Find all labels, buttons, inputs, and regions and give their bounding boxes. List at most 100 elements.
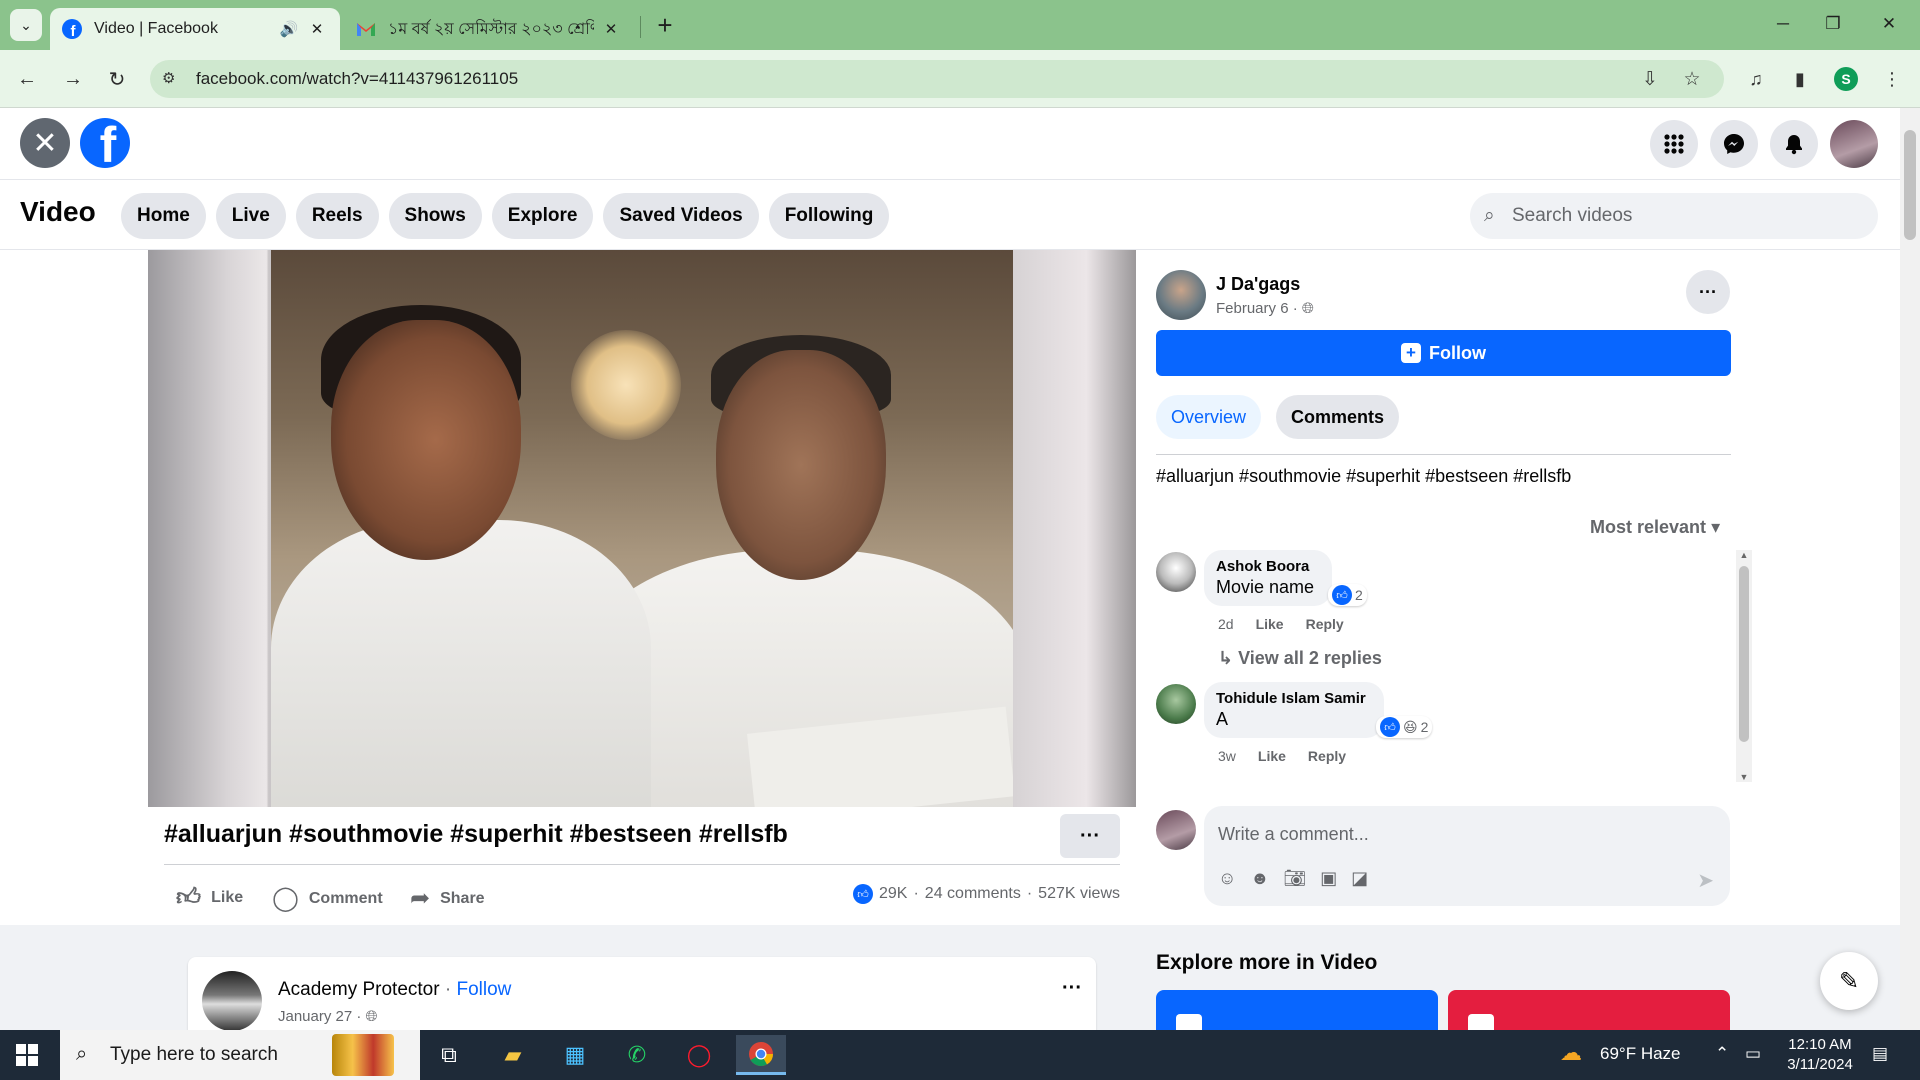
comment-reactions[interactable]: 👍︎ 2 bbox=[1328, 584, 1367, 606]
new-message-icon[interactable]: ✎ bbox=[1820, 952, 1878, 1010]
show-hidden-icons[interactable]: ⌃ bbox=[1715, 1044, 1729, 1064]
author-avatar[interactable] bbox=[1156, 270, 1206, 320]
comments-scrollbar[interactable]: ▲ ▼ bbox=[1736, 550, 1752, 782]
comment-like-button[interactable]: Like bbox=[1258, 748, 1286, 764]
tab-overview[interactable]: Overview bbox=[1156, 395, 1262, 439]
search-videos-input[interactable] bbox=[1512, 202, 1852, 230]
minimize-window-button[interactable]: ─ bbox=[1760, 8, 1806, 40]
video-player[interactable] bbox=[148, 250, 1136, 807]
install-app-icon[interactable]: ⇩ bbox=[1638, 67, 1662, 91]
follow-button[interactable]: + Follow bbox=[1156, 330, 1731, 376]
close-tab-icon[interactable]: ✕ bbox=[306, 20, 328, 38]
notifications-icon[interactable]: ▤ bbox=[1872, 1044, 1888, 1064]
video-more-options-button[interactable]: ··· bbox=[1060, 814, 1120, 858]
file-explorer-icon[interactable]: ▰ bbox=[488, 1035, 538, 1075]
forward-button[interactable]: → bbox=[56, 62, 90, 96]
page-avatar[interactable] bbox=[202, 971, 262, 1031]
side-panel-icon[interactable]: ▮ bbox=[1784, 63, 1816, 95]
comment-time[interactable]: 3w bbox=[1218, 748, 1236, 764]
facebook-logo-icon[interactable]: f bbox=[80, 118, 130, 168]
weather-text[interactable]: 69°F Haze bbox=[1600, 1044, 1681, 1064]
site-settings-icon[interactable]: ⚙ bbox=[162, 69, 184, 89]
new-tab-button[interactable]: + bbox=[650, 10, 680, 40]
like-button[interactable]: 👍︎ Like bbox=[176, 884, 243, 912]
task-view-icon[interactable]: ⧉ bbox=[424, 1035, 474, 1075]
close-video-icon[interactable]: ✕ bbox=[20, 118, 70, 168]
taskbar-search-text[interactable]: Type here to search bbox=[110, 1044, 278, 1066]
whatsapp-icon[interactable]: ✆ bbox=[612, 1035, 662, 1075]
commenter-avatar[interactable] bbox=[1156, 684, 1196, 724]
tab-gmail[interactable]: ১ম বর্ষ ২য় সেমিস্টার ২০২৩ শ্রেণি ✕ bbox=[344, 8, 634, 50]
video-frame-image[interactable] bbox=[271, 250, 1013, 807]
tab-search-button[interactable]: ⌄ bbox=[10, 9, 42, 41]
notifications-bell-icon[interactable] bbox=[1770, 120, 1818, 168]
microsoft-store-icon[interactable]: ▦ bbox=[550, 1035, 600, 1075]
commenter-name[interactable]: Ashok Boora bbox=[1216, 558, 1320, 575]
video-search-box[interactable]: ⌕ bbox=[1470, 193, 1878, 239]
close-window-button[interactable]: ✕ bbox=[1866, 8, 1912, 40]
tab-comments[interactable]: Comments bbox=[1276, 395, 1400, 439]
nav-home-button[interactable]: Home bbox=[121, 193, 206, 239]
back-button[interactable]: ← bbox=[10, 62, 44, 96]
windows-start-icon[interactable] bbox=[16, 1044, 38, 1066]
comment-reactions[interactable]: 👍︎ 😆 2 bbox=[1376, 716, 1433, 738]
page-scrollbar-thumb[interactable] bbox=[1904, 130, 1916, 240]
page-scrollbar[interactable] bbox=[1900, 108, 1920, 1030]
chrome-icon[interactable] bbox=[736, 1035, 786, 1075]
comment-input[interactable] bbox=[1218, 820, 1698, 848]
media-controls-icon[interactable]: ♫ bbox=[1740, 63, 1772, 95]
comment-count[interactable]: 24 comments bbox=[925, 885, 1021, 903]
search-highlight-image[interactable] bbox=[332, 1034, 394, 1076]
author-more-options-button[interactable]: ··· bbox=[1686, 270, 1730, 314]
reload-button[interactable]: ↻ bbox=[100, 62, 134, 96]
menu-grid-icon[interactable] bbox=[1650, 120, 1698, 168]
comment-like-button[interactable]: Like bbox=[1256, 616, 1284, 632]
comment-reply-button[interactable]: Reply bbox=[1306, 616, 1344, 632]
commenter-avatar[interactable] bbox=[1156, 552, 1196, 592]
page-name[interactable]: Academy Protector bbox=[278, 979, 440, 1000]
messenger-icon[interactable] bbox=[1710, 120, 1758, 168]
scroll-up-arrow-icon[interactable]: ▲ bbox=[1736, 550, 1752, 560]
comment-sort-dropdown[interactable]: Most relevant ▾ bbox=[1590, 517, 1720, 538]
url-text[interactable]: facebook.com/watch?v=411437961261105 bbox=[196, 69, 518, 89]
commenter-name[interactable]: Tohidule Islam Samir bbox=[1216, 690, 1372, 707]
restore-window-button[interactable]: ❐ bbox=[1810, 8, 1856, 40]
camera-icon[interactable]: 📷︎ bbox=[1283, 868, 1306, 889]
address-bar[interactable]: ⚙ facebook.com/watch?v=411437961261105 ⇩… bbox=[150, 60, 1724, 98]
nav-saved-videos-button[interactable]: Saved Videos bbox=[603, 193, 759, 239]
taskbar-search-box[interactable]: ⌕ Type here to search bbox=[60, 1030, 420, 1080]
nav-shows-button[interactable]: Shows bbox=[388, 193, 482, 239]
weather-icon[interactable]: ☁ bbox=[1560, 1040, 1582, 1066]
account-avatar[interactable] bbox=[1830, 120, 1878, 168]
profile-avatar[interactable]: S bbox=[1830, 63, 1862, 95]
nav-explore-button[interactable]: Explore bbox=[491, 193, 594, 239]
browser-menu-icon[interactable]: ⋮ bbox=[1876, 63, 1908, 95]
system-clock[interactable]: 12:10 AM 3/11/2024 bbox=[1770, 1035, 1870, 1075]
scrollbar-thumb[interactable] bbox=[1739, 566, 1749, 742]
author-name[interactable]: J Da'gags bbox=[1216, 274, 1300, 295]
sticker-icon[interactable]: ◪ bbox=[1351, 868, 1368, 889]
comment-reply-button[interactable]: Reply bbox=[1308, 748, 1346, 764]
gif-icon[interactable]: ▣ bbox=[1320, 868, 1337, 889]
post-more-options-button[interactable]: ··· bbox=[1062, 977, 1082, 1000]
comment-time[interactable]: 2d bbox=[1218, 616, 1234, 632]
scroll-down-arrow-icon[interactable]: ▼ bbox=[1736, 772, 1752, 782]
nav-live-button[interactable]: Live bbox=[215, 193, 286, 239]
send-icon[interactable]: ➤ bbox=[1697, 868, 1714, 893]
page-follow-link[interactable]: Follow bbox=[456, 979, 511, 1000]
share-button[interactable]: ➦ Share bbox=[410, 884, 485, 913]
comment-button[interactable]: ◯ Comment bbox=[272, 884, 383, 913]
close-tab-icon[interactable]: ✕ bbox=[600, 20, 622, 38]
opera-icon[interactable]: ◯ bbox=[674, 1035, 724, 1075]
tab-facebook-video[interactable]: f Video | Facebook 🔊 ✕ bbox=[50, 8, 340, 50]
emoji-icon[interactable]: ☻ bbox=[1250, 868, 1269, 889]
avatar-sticker-icon[interactable]: ☺ bbox=[1218, 868, 1236, 889]
speaker-icon[interactable]: 🔊 bbox=[278, 20, 300, 38]
nav-following-button[interactable]: Following bbox=[768, 193, 890, 239]
network-icon[interactable]: ▭ bbox=[1745, 1044, 1761, 1064]
view-replies-button[interactable]: ↳ View all 2 replies bbox=[1218, 648, 1382, 669]
video-description[interactable]: #alluarjun #southmovie #superhit #bestse… bbox=[1156, 466, 1571, 487]
write-comment-box[interactable]: ☺ ☻ 📷︎ ▣ ◪ ➤ bbox=[1204, 806, 1730, 906]
bookmark-star-icon[interactable]: ☆ bbox=[1680, 67, 1704, 91]
reaction-count[interactable]: 29K bbox=[879, 885, 907, 903]
